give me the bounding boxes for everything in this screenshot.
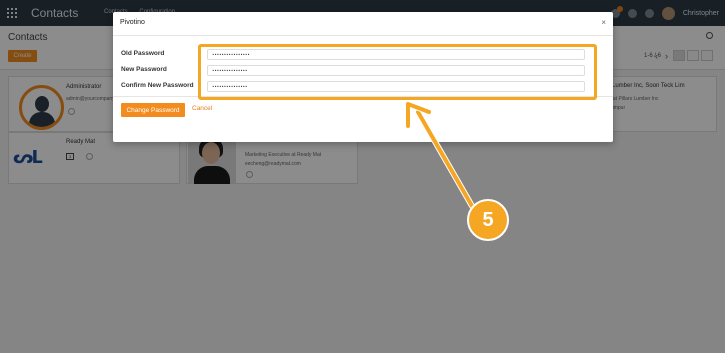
dialog-header: Pivotino × bbox=[113, 12, 613, 36]
old-password-label: Old Password bbox=[121, 50, 165, 57]
step-number-badge: 5 bbox=[467, 199, 509, 241]
close-icon[interactable]: × bbox=[601, 18, 606, 27]
confirm-password-label: Confirm New Password bbox=[121, 82, 194, 89]
new-password-label: New Password bbox=[121, 66, 167, 73]
change-password-button[interactable]: Change Password bbox=[121, 103, 185, 117]
annotation-highlight bbox=[198, 44, 597, 100]
dialog-title: Pivotino bbox=[120, 19, 145, 26]
cancel-button[interactable]: Cancel bbox=[192, 105, 212, 112]
dialog-footer bbox=[113, 96, 613, 142]
